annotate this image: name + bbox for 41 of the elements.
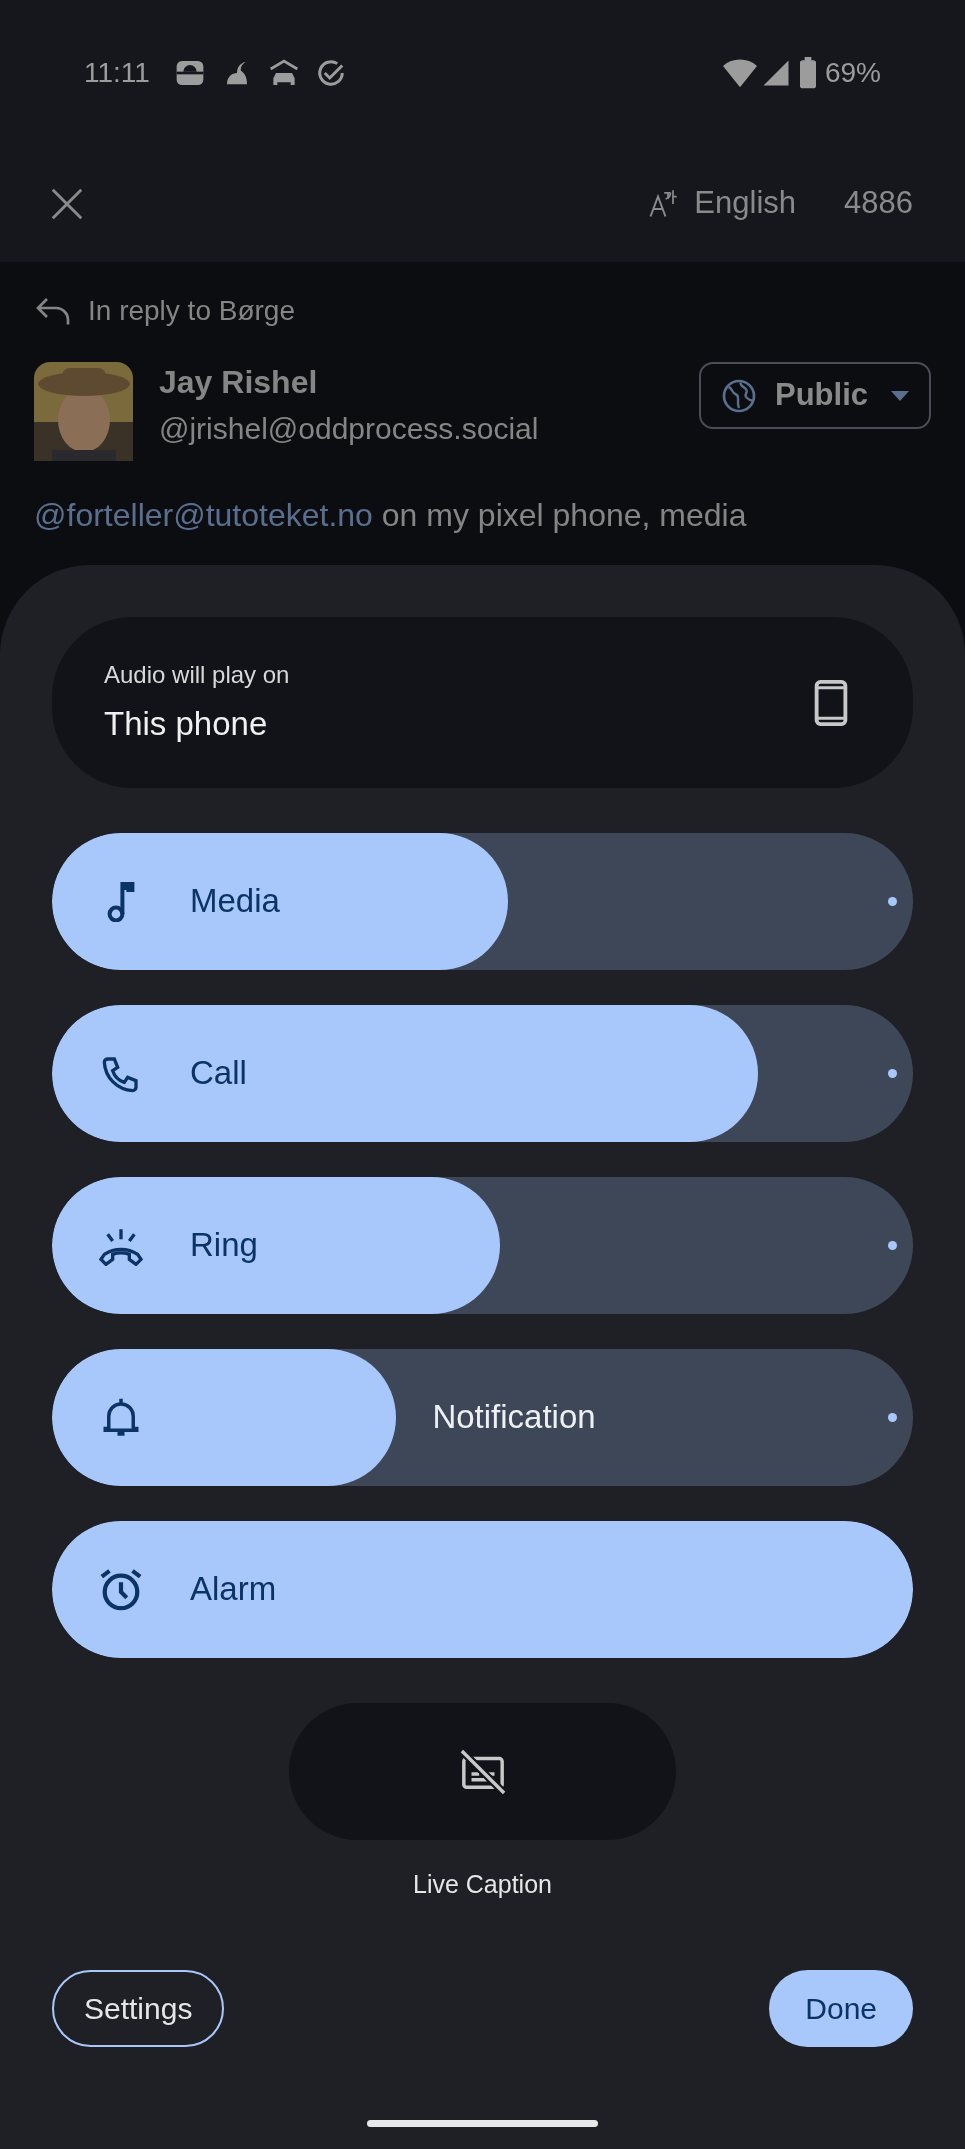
captions-off-icon [459,1748,506,1795]
stop-dot [888,1241,897,1250]
author-handle: @jrishel@oddprocess.social [159,411,540,447]
slider-label: Ring [190,1225,258,1265]
slider-label: Call [190,1053,247,1093]
battery-icon [798,56,817,89]
caret-icon [891,390,909,401]
volume-slider[interactable]: Notification [52,1349,913,1486]
dialog-button[interactable]: Done [769,1969,913,2047]
language-button[interactable]: English [648,180,797,227]
output-device-card[interactable]: Audio will play on This phone [52,617,913,788]
dialog-button[interactable]: Settings [52,1969,225,2047]
music-note-icon [106,881,135,922]
post-text: @forteller@tutoteket.no on my pixel phone, media [34,496,748,535]
volume-slider[interactable]: Ring [52,1177,913,1314]
output-caption: Audio will play on [104,659,291,690]
volume-slider[interactable]: Alarm [52,1521,913,1658]
status-time: 11:11 [84,55,150,90]
bell-icon [102,1396,139,1439]
reply-context: In reply to Børge [88,294,295,328]
output-device: This phone [104,703,269,744]
mention-link[interactable]: @forteller@tutoteket.no [34,497,373,533]
volume-slider[interactable]: Media [52,833,913,970]
slider-label: Alarm [190,1569,277,1609]
slider-label: Media [190,881,280,921]
reply-icon [34,296,72,326]
author-name: Jay Rishel [159,363,319,402]
stop-dot [888,897,897,906]
check-circle-icon [315,57,346,88]
stop-dot [888,1069,897,1078]
character-count: 4886 [844,184,913,223]
globe-icon [721,377,757,414]
battery-level: 69% [824,55,881,90]
stop-dot [888,1413,897,1422]
phone-icon [814,679,848,726]
slider-label: Notification [432,1397,596,1437]
wifi-icon [722,57,757,88]
volume-slider[interactable]: Call [52,1005,913,1142]
live-caption-label: Live Caption [413,1869,552,1900]
translate-icon [648,187,679,220]
visibility-dropdown[interactable]: Public [699,362,931,429]
